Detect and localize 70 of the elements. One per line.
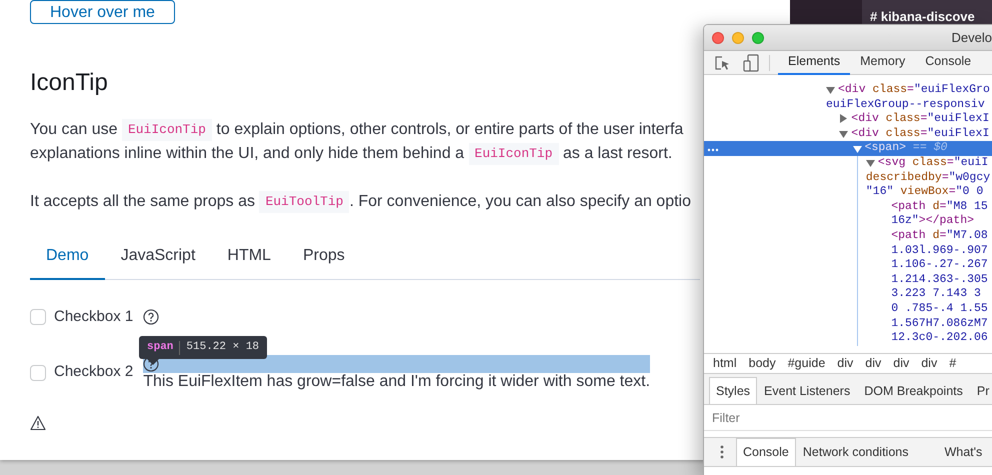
panel-tab[interactable]: Event Listeners — [757, 377, 858, 404]
tab[interactable]: HTML — [211, 234, 287, 280]
expanded-triangle-icon[interactable] — [866, 158, 875, 168]
code-line: 0 .785-.4 1.55 — [891, 302, 988, 316]
panel-tab[interactable]: Styles — [709, 377, 758, 404]
checkbox[interactable] — [30, 309, 46, 326]
code-line[interactable]: <div class="euiFlexI — [851, 112, 990, 127]
code-line[interactable]: <path d="M7.08 — [891, 228, 988, 244]
checkbox[interactable] — [30, 364, 46, 380]
code-line: 1.567H7.086zM7 — [891, 316, 988, 332]
close-window-button[interactable] — [712, 32, 724, 44]
checkbox-label: Checkbox 1 — [54, 307, 134, 327]
drawer-tab[interactable]: Console — [736, 438, 796, 466]
window-title: Develo — [952, 28, 992, 47]
expanded-triangle-icon[interactable] — [839, 129, 848, 140]
tab[interactable]: Props — [286, 234, 361, 280]
devtools-tab[interactable]: Elements — [778, 50, 850, 74]
code-line[interactable]: <svg class="euiI — [878, 156, 988, 171]
breadcrumb[interactable]: div — [915, 354, 944, 373]
checkbox-label: Checkbox 2 — [54, 362, 134, 382]
body-text: . For convenience, you can also specify an optio — [349, 192, 691, 212]
breadcrumb[interactable]: #guide — [782, 354, 832, 373]
breadcrumb[interactable]: div — [831, 354, 860, 373]
inline-code: EuiIconTip — [122, 119, 212, 141]
tab[interactable]: Demo — [30, 234, 105, 280]
breadcrumb[interactable]: # — [943, 354, 962, 373]
code-line: describedby="w0gcy — [866, 170, 990, 186]
body-text: as a last resort. — [562, 144, 672, 164]
inspect-cursor-icon[interactable] — [714, 54, 730, 70]
code-line: 1.03l.969-.907 — [891, 244, 988, 258]
expanded-triangle-icon[interactable] — [826, 85, 835, 96]
code-line[interactable]: <path d="M8 15 — [891, 200, 988, 214]
breadcrumb[interactable]: body — [742, 354, 782, 373]
panel-tab[interactable]: Pr — [970, 377, 992, 404]
breadcrumb[interactable]: html — [707, 354, 743, 373]
code-line: euiFlexGroup--responsiv — [826, 98, 985, 112]
filter-field[interactable]: Filter — [704, 405, 992, 431]
code-line: "16" viewBox="0 0 — [866, 185, 984, 200]
breadcrumb[interactable]: div — [859, 354, 888, 373]
element-size: 515.22 × 18 — [186, 340, 260, 356]
panel-tab[interactable]: DOM Breakpoints — [857, 377, 970, 404]
device-toolbar-icon[interactable] — [743, 54, 759, 72]
hover-button[interactable]: Hover over me — [30, 0, 175, 24]
code-line: 16z"></path> — [891, 214, 974, 229]
code-line: 3.223 7.143 3 — [891, 287, 981, 302]
inline-code: EuiIconTip — [468, 143, 559, 165]
code-line: 1.214.363-.305 — [891, 272, 988, 288]
code-line[interactable]: <div class="euiFlexGro — [838, 83, 990, 98]
expanded-triangle-icon[interactable] — [852, 144, 862, 154]
more-icon[interactable] — [720, 444, 724, 460]
body-text: explanations inline within the UI, and only hide them behind a — [30, 144, 466, 164]
body-text: to explain options, other controls, or entire parts of the user interfa — [215, 120, 684, 140]
section-heading: IconTip — [30, 68, 109, 98]
drawer-tab[interactable]: Network conditions — [796, 438, 916, 466]
drawer-tab[interactable]: What's — [937, 438, 990, 466]
body-text: You can use — [30, 120, 118, 140]
inline-code: EuiToolTip — [259, 191, 350, 213]
devtools-tab[interactable]: Console — [915, 50, 982, 74]
code-line: 1.106-.27-.267 — [891, 258, 988, 273]
code-line: 12.3c0-.202.06 — [891, 331, 988, 346]
collapsed-triangle-icon[interactable] — [839, 114, 848, 124]
devtools-tab[interactable]: Memory — [850, 50, 916, 74]
breadcrumb[interactable]: div — [887, 354, 916, 373]
warning-icon — [30, 414, 46, 430]
tab[interactable]: JavaScript — [104, 234, 212, 280]
help-icon[interactable] — [143, 309, 160, 326]
description-text: This EuiFlexItem has grow=false and I'm forcing it wider with some text. — [143, 372, 650, 390]
code-line[interactable]: <div class="euiFlexI — [851, 126, 990, 142]
body-text: It accepts all the same props as — [30, 192, 256, 212]
tag-name: span — [147, 340, 174, 356]
